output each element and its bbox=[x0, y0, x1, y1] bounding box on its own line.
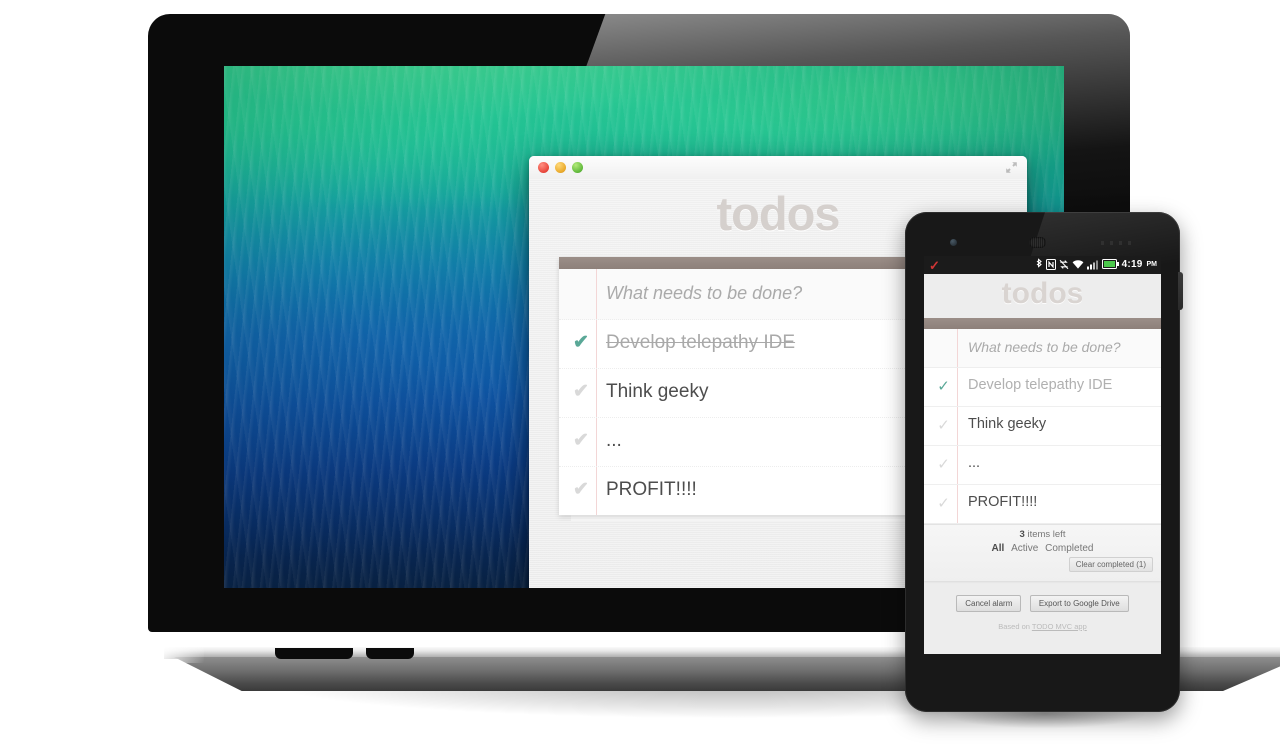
phone-screen: ✓ 4:19 PM todos What needs to be done? ✓… bbox=[924, 256, 1161, 654]
todo-checkbox-icon[interactable]: ✓ bbox=[936, 379, 951, 394]
phone-todomvc-link[interactable]: TODO MVC app bbox=[1032, 622, 1087, 631]
phone-filter-all[interactable]: All bbox=[992, 543, 1005, 554]
margin-rule-line bbox=[596, 320, 597, 368]
cancel-alarm-button[interactable]: Cancel alarm bbox=[956, 595, 1022, 612]
todo-checkbox-icon[interactable]: ✓ bbox=[936, 457, 951, 472]
phone-todo-footer-bar: 3 items left All Active Completed Clear … bbox=[924, 524, 1161, 581]
phone-new-todo-row[interactable]: What needs to be done? bbox=[924, 329, 1161, 368]
todo-checkbox-icon[interactable]: ✔ bbox=[571, 333, 591, 353]
phone-action-button-group: Cancel alarm Export to Google Drive bbox=[924, 593, 1161, 612]
todo-label: PROFIT!!!! bbox=[606, 479, 697, 500]
earpiece-speaker-icon bbox=[1029, 237, 1046, 248]
window-titlebar[interactable] bbox=[529, 156, 1027, 180]
todo-label: Think geeky bbox=[606, 381, 709, 402]
phone-filter-group: All Active Completed bbox=[924, 543, 1161, 554]
list-item[interactable]: ✓ Think geeky bbox=[924, 407, 1161, 446]
wifi-icon bbox=[1072, 259, 1084, 269]
laptop-base-notch-left bbox=[275, 648, 353, 659]
margin-rule-line bbox=[596, 269, 597, 319]
phone-new-todo-placeholder[interactable]: What needs to be done? bbox=[968, 339, 1121, 355]
todo-checkbox-icon[interactable]: ✔ bbox=[571, 382, 591, 402]
status-clock-ampm: PM bbox=[1146, 260, 1158, 268]
status-icons-group: 4:19 PM bbox=[1035, 258, 1157, 270]
zoom-button[interactable] bbox=[572, 162, 583, 173]
todo-label: ... bbox=[606, 430, 622, 451]
phone-items-left-count: 3 items left bbox=[924, 529, 1161, 540]
laptop-base-highlight bbox=[164, 647, 204, 663]
status-clock: 4:19 bbox=[1121, 258, 1143, 270]
phone-export-to-google-drive-button[interactable]: Export to Google Drive bbox=[1029, 595, 1129, 612]
close-button[interactable] bbox=[538, 162, 549, 173]
todo-checkbox-icon[interactable]: ✓ bbox=[936, 496, 951, 511]
phone-filter-active[interactable]: Active bbox=[1011, 543, 1038, 554]
front-camera-icon bbox=[950, 239, 957, 246]
margin-rule-line bbox=[957, 485, 958, 523]
proximity-sensor-icon bbox=[1101, 241, 1135, 245]
todo-checkbox-icon[interactable]: ✓ bbox=[936, 418, 951, 433]
phone-filter-completed[interactable]: Completed bbox=[1045, 543, 1093, 554]
sync-disabled-icon bbox=[1059, 259, 1069, 269]
minimize-button[interactable] bbox=[555, 162, 566, 173]
phone-credit-prefix: Based on bbox=[998, 622, 1032, 631]
battery-icon bbox=[1101, 259, 1119, 269]
margin-rule-line bbox=[957, 446, 958, 484]
power-button[interactable] bbox=[1178, 272, 1183, 310]
phone-credit-text: Based on TODO MVC app bbox=[924, 622, 1161, 631]
nfc-icon bbox=[1045, 258, 1056, 270]
phone-items-left-label: items left bbox=[1024, 529, 1066, 540]
todo-label: PROFIT!!!! bbox=[968, 494, 1038, 510]
phone-todo-topbar bbox=[924, 318, 1161, 329]
phone-page-title: todos bbox=[924, 274, 1161, 318]
list-item[interactable]: ✓ PROFIT!!!! bbox=[924, 485, 1161, 524]
margin-rule-line bbox=[596, 369, 597, 417]
margin-rule-line bbox=[596, 418, 597, 466]
phone-device: ✓ 4:19 PM todos What needs to be done? ✓… bbox=[899, 212, 1191, 740]
cell-signal-icon bbox=[1086, 260, 1098, 269]
list-item[interactable]: ✓ Develop telepathy IDE bbox=[924, 368, 1161, 407]
todo-checkbox-icon[interactable]: ✔ bbox=[571, 431, 591, 451]
laptop-base-notch-right bbox=[366, 648, 414, 659]
window-traffic-lights bbox=[538, 162, 583, 173]
todo-label: ... bbox=[968, 455, 981, 471]
list-item[interactable]: ✓ ... bbox=[924, 446, 1161, 485]
margin-rule-line bbox=[957, 407, 958, 445]
margin-rule-line bbox=[957, 368, 958, 406]
new-todo-input-placeholder[interactable]: What needs to be done? bbox=[606, 283, 802, 304]
phone-clear-completed-button[interactable]: Clear completed (1) bbox=[1068, 557, 1153, 572]
todo-label: Develop telepathy IDE bbox=[606, 332, 796, 353]
margin-rule-line bbox=[957, 329, 958, 367]
checkmark-icon: ✓ bbox=[929, 258, 940, 273]
todo-label: Think geeky bbox=[968, 416, 1047, 432]
todo-checkbox-icon[interactable]: ✔ bbox=[571, 480, 591, 500]
phone-title-text: todos bbox=[1001, 277, 1084, 310]
margin-rule-line bbox=[596, 467, 597, 515]
android-status-bar: ✓ 4:19 PM bbox=[924, 256, 1161, 274]
bluetooth-icon bbox=[1036, 258, 1042, 268]
fullscreen-button[interactable] bbox=[1005, 161, 1018, 174]
todo-label: Develop telepathy IDE bbox=[968, 377, 1113, 393]
